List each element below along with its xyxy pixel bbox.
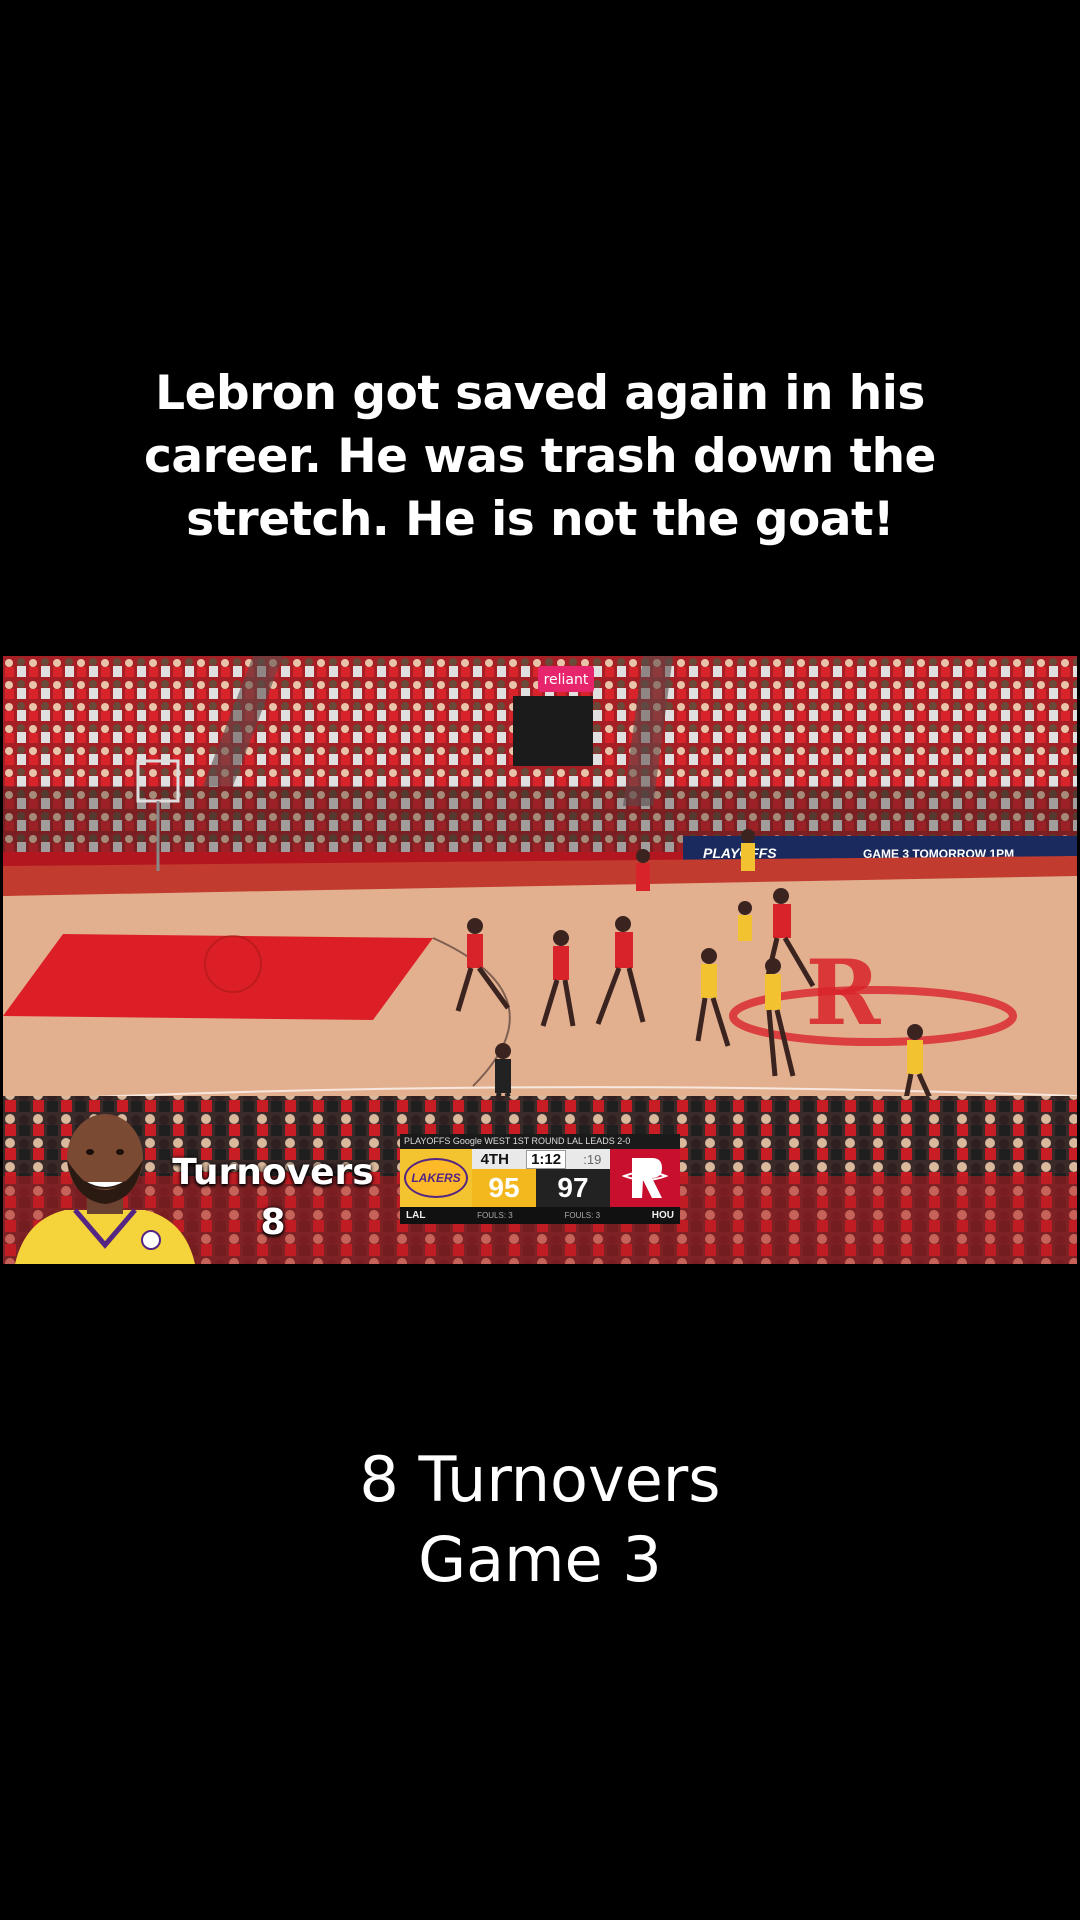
scoreboard: PLAYOFFS Google WEST 1ST ROUND LAL LEADS… (400, 1134, 680, 1226)
ribbon-playoffs: PLAYOFFS (703, 845, 777, 861)
bottom-caption-line1: 8 Turnovers (359, 1443, 721, 1516)
game-clock-bar: 4TH 1:12 :19 (472, 1149, 610, 1169)
turnovers-label: Turnovers (172, 1152, 374, 1193)
quarter: 4TH (480, 1150, 509, 1168)
scoreboard-teams-row: LAL FOULS: 3 FOULS: 3 HOU (400, 1207, 680, 1224)
reliant-sign: reliant (544, 672, 589, 688)
bottom-caption-line2: Game 3 (418, 1523, 662, 1596)
away-abbr: LAL (406, 1210, 426, 1221)
lakers-panel: LAKERS (400, 1149, 472, 1207)
away-fouls: FOULS: 3 (477, 1211, 513, 1220)
shot-clock: :19 (583, 1151, 602, 1167)
home-abbr: HOU (651, 1210, 674, 1221)
bottom-caption: 8 Turnovers Game 3 (140, 1440, 940, 1600)
away-score: 95 (472, 1169, 536, 1207)
scoreboard-series-info: PLAYOFFS Google WEST 1ST ROUND LAL LEADS… (400, 1134, 680, 1149)
rockets-logo-icon (622, 1158, 668, 1198)
home-score: 97 (536, 1169, 610, 1207)
turnovers-value: 8 (260, 1202, 286, 1243)
lakers-logo-icon: LAKERS (404, 1158, 468, 1198)
rockets-panel (610, 1149, 680, 1207)
top-caption: Lebron got saved again in his career. He… (144, 366, 936, 547)
home-fouls: FOULS: 3 (564, 1211, 601, 1220)
game-clock: 1:12 (526, 1149, 567, 1169)
